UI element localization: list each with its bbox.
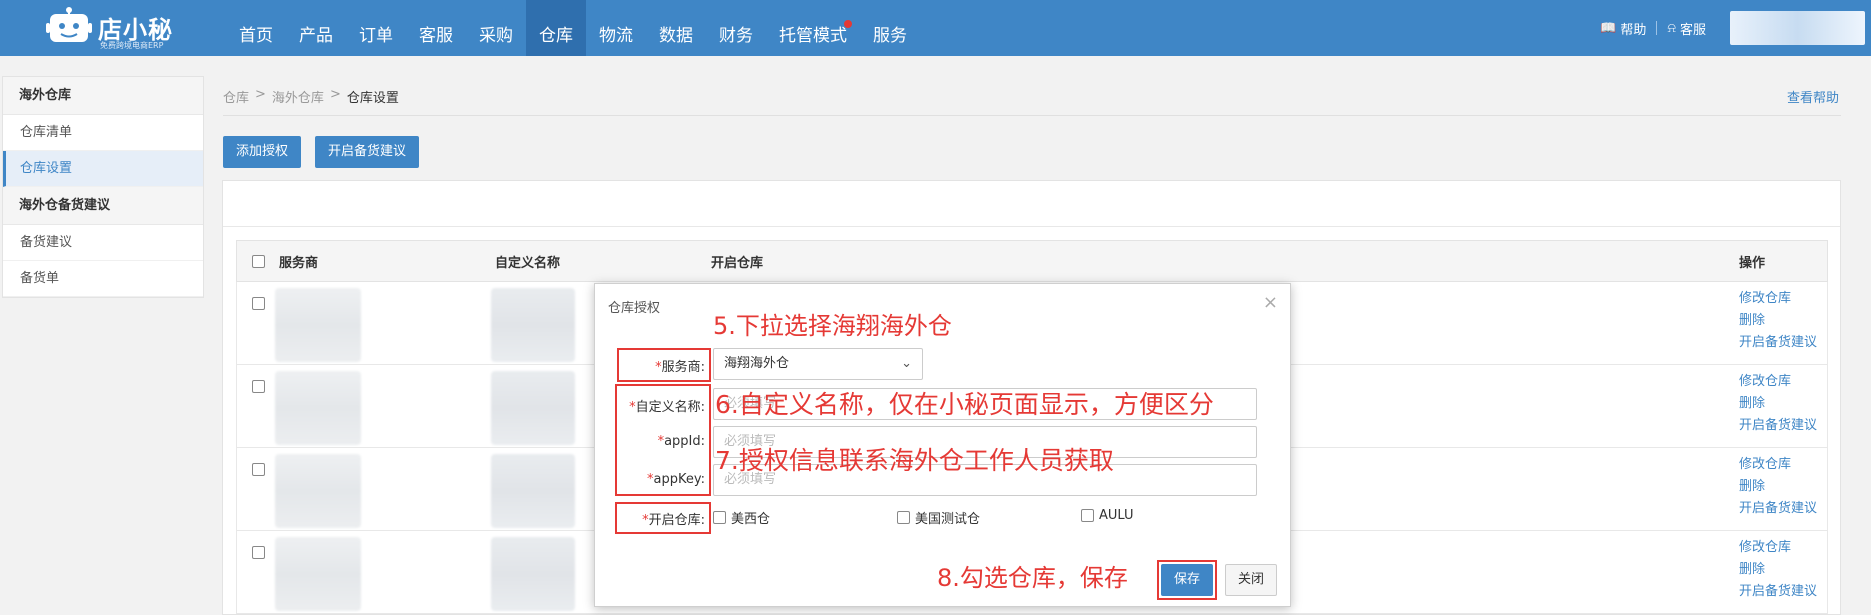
notification-dot — [844, 20, 852, 28]
chevron-down-icon: ⌄ — [901, 356, 912, 371]
breadcrumb-overseas[interactable]: 海外仓库 — [272, 87, 324, 106]
col-provider: 服务商 — [279, 255, 319, 271]
view-help-link[interactable]: 查看帮助 — [1787, 87, 1839, 106]
row-checkbox[interactable] — [251, 297, 265, 310]
blurred-provider — [275, 288, 361, 362]
nav-products[interactable]: 产品 — [286, 0, 346, 56]
enable-stock-suggestion-link[interactable]: 开启备货建议 — [1739, 417, 1817, 435]
edit-warehouse-link[interactable]: 修改仓库 — [1739, 456, 1817, 474]
warehouse-option-test[interactable]: 美国测试仓 — [897, 508, 980, 527]
warehouse-option-west[interactable]: 美西仓 — [713, 508, 770, 527]
col-custom-name: 自定义名称 — [495, 255, 561, 271]
nav-warehouse[interactable]: 仓库 — [526, 0, 586, 56]
edit-warehouse-link[interactable]: 修改仓库 — [1739, 539, 1817, 557]
book-icon: 📖 — [1600, 20, 1617, 36]
annotation-step7: 7.授权信息联系海外仓工作人员获取 — [715, 446, 1114, 475]
sidebar: 海外仓库 仓库清单 仓库设置 海外仓备货建议 备货建议 备货单 — [2, 76, 204, 298]
add-authorization-button[interactable]: 添加授权 — [223, 136, 302, 168]
enable-stock-suggestion-link[interactable]: 开启备货建议 — [1739, 500, 1817, 518]
row-actions: 修改仓库 删除 开启备货建议 — [1739, 456, 1817, 518]
col-actions: 操作 — [1739, 255, 1766, 271]
provider-select[interactable]: 海翔海外仓 ⌄ — [713, 348, 923, 380]
col-enabled-warehouse: 开启仓库 — [711, 255, 764, 271]
sidebar-item-stock-orders[interactable]: 备货单 — [3, 261, 203, 297]
blurred-custom-name — [491, 454, 575, 528]
nav-logistics[interactable]: 物流 — [586, 0, 646, 56]
breadcrumb: 仓库 > 海外仓库 > 仓库设置 — [223, 87, 399, 106]
edit-warehouse-link[interactable]: 修改仓库 — [1739, 373, 1817, 391]
checkbox[interactable] — [897, 511, 910, 524]
annotation-step8: 8.勾选仓库，保存 — [937, 564, 1128, 592]
annotation-step5: 5.下拉选择海翔海外仓 — [713, 312, 952, 340]
blurred-custom-name — [491, 288, 575, 362]
sidebar-item-warehouse-list[interactable]: 仓库清单 — [3, 115, 203, 151]
row-actions: 修改仓库 删除 开启备货建议 — [1739, 290, 1817, 352]
checkbox[interactable] — [1081, 509, 1094, 522]
highlight-credentials — [615, 384, 711, 496]
sidebar-group-stock-suggestion: 海外仓备货建议 — [3, 187, 203, 225]
blurred-custom-name — [491, 371, 575, 445]
enable-stock-suggestion-link[interactable]: 开启备货建议 — [1739, 334, 1817, 352]
annotation-step6: 6.自定义名称，仅在小秘页面显示，方便区分 — [715, 390, 1214, 419]
service-link[interactable]: ⍾ 客服 — [1657, 19, 1716, 38]
highlight-save — [1157, 560, 1217, 600]
close-icon[interactable]: × — [1263, 292, 1278, 313]
sidebar-item-warehouse-settings[interactable]: 仓库设置 — [3, 151, 203, 187]
highlight-warehouse — [615, 502, 711, 534]
row-checkbox[interactable] — [251, 463, 265, 476]
nav-orders[interactable]: 订单 — [346, 0, 406, 56]
top-navbar: 店小秘 免费跨境电商ERP 首页 产品 订单 客服 采购 仓库 物流 数据 财务… — [0, 0, 1871, 56]
help-link[interactable]: 📖 帮助 — [1590, 19, 1656, 38]
divider — [223, 115, 1841, 116]
breadcrumb-warehouse[interactable]: 仓库 — [223, 87, 249, 106]
blurred-custom-name — [491, 537, 575, 611]
sidebar-group-overseas-warehouse: 海外仓库 — [3, 77, 203, 115]
delete-link[interactable]: 删除 — [1739, 561, 1817, 579]
main-nav: 首页 产品 订单 客服 采购 仓库 物流 数据 财务 托管模式 服务 — [226, 0, 920, 56]
nav-purchasing[interactable]: 采购 — [466, 0, 526, 56]
user-account-box[interactable] — [1730, 11, 1865, 45]
top-right-links: 📖 帮助 ⍾ 客服 — [1590, 0, 1871, 56]
row-actions: 修改仓库 删除 开启备货建议 — [1739, 539, 1817, 601]
service-label: 客服 — [1679, 22, 1706, 38]
row-checkbox[interactable] — [251, 380, 265, 393]
nav-customer-service[interactable]: 客服 — [406, 0, 466, 56]
close-button[interactable]: 关闭 — [1225, 564, 1277, 596]
delete-link[interactable]: 删除 — [1739, 395, 1817, 413]
row-actions: 修改仓库 删除 开启备货建议 — [1739, 373, 1817, 435]
nav-services[interactable]: 服务 — [860, 0, 920, 56]
select-all-checkbox[interactable] — [251, 254, 265, 268]
breadcrumb-current: 仓库设置 — [346, 91, 399, 106]
help-label: 帮助 — [1620, 22, 1647, 38]
robot-logo-icon — [46, 7, 92, 42]
warehouse-option-aulu[interactable]: AULU — [1081, 508, 1134, 523]
headset-icon: ⍾ — [1667, 20, 1676, 36]
sidebar-item-stock-suggestion[interactable]: 备货建议 — [3, 225, 203, 261]
dialog-title: 仓库授权 — [608, 301, 661, 316]
nav-managed-mode[interactable]: 托管模式 — [766, 0, 860, 56]
blurred-provider — [275, 537, 361, 611]
nav-finance[interactable]: 财务 — [706, 0, 766, 56]
checkbox[interactable] — [713, 511, 726, 524]
warehouse-authorization-dialog: 仓库授权 × *服务商: 海翔海外仓 ⌄ *自定义名称: 必须填写 *appId… — [594, 283, 1291, 607]
logo[interactable]: 店小秘 免费跨境电商ERP — [46, 4, 176, 50]
blurred-provider — [275, 454, 361, 528]
enable-stock-suggestion-button[interactable]: 开启备货建议 — [315, 136, 420, 168]
delete-link[interactable]: 删除 — [1739, 478, 1817, 496]
table-header: 服务商 自定义名称 开启仓库 操作 — [236, 240, 1828, 282]
highlight-provider — [617, 348, 711, 382]
nav-home[interactable]: 首页 — [226, 0, 286, 56]
blurred-provider — [275, 371, 361, 445]
nav-data[interactable]: 数据 — [646, 0, 706, 56]
delete-link[interactable]: 删除 — [1739, 312, 1817, 330]
logo-subtitle: 免费跨境电商ERP — [100, 41, 164, 50]
edit-warehouse-link[interactable]: 修改仓库 — [1739, 290, 1817, 308]
row-checkbox[interactable] — [251, 546, 265, 559]
enable-stock-suggestion-link[interactable]: 开启备货建议 — [1739, 583, 1817, 601]
